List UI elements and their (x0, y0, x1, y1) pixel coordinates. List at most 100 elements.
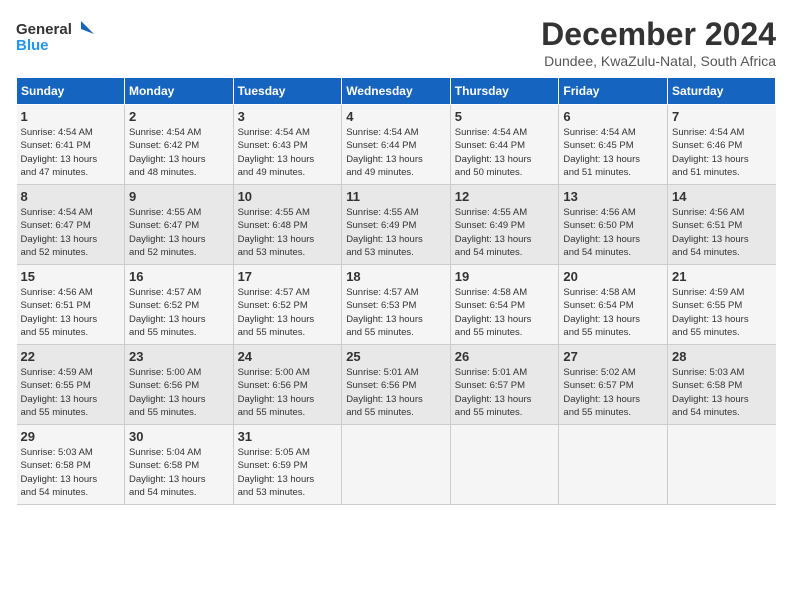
day-number: 2 (129, 109, 229, 124)
day-info-line: and 55 minutes. (129, 406, 229, 419)
day-info-line: Daylight: 13 hours (129, 473, 229, 486)
day-info-line: and 52 minutes. (129, 246, 229, 259)
svg-text:General: General (16, 21, 72, 38)
calendar-cell: 6 Sunrise: 4:54 AMSunset: 6:45 PMDaylight… (559, 105, 668, 185)
logo: General Blue (16, 16, 96, 63)
day-info-line: Sunrise: 4:57 AM (346, 286, 446, 299)
day-info-line: and 49 minutes. (238, 166, 338, 179)
day-info-line: Sunset: 6:56 PM (346, 379, 446, 392)
day-info-line: Daylight: 13 hours (21, 473, 120, 486)
day-info-line: and 51 minutes. (672, 166, 771, 179)
day-info-line: Sunset: 6:43 PM (238, 139, 338, 152)
calendar-cell: 8Sunrise: 4:54 AMSunset: 6:47 PMDaylight… (17, 185, 125, 265)
calendar-cell: 9Sunrise: 4:55 AMSunset: 6:47 PMDaylight… (124, 185, 233, 265)
day-info-line: and 54 minutes. (455, 246, 555, 259)
day-info-line: Daylight: 13 hours (563, 313, 663, 326)
header-wednesday: Wednesday (342, 78, 451, 105)
day-info: Sunrise: 4:57 AMSunset: 6:52 PMDaylight:… (238, 286, 338, 339)
calendar-cell (342, 425, 451, 505)
day-info-line: and 55 minutes. (563, 326, 663, 339)
day-info-line: Daylight: 13 hours (455, 313, 555, 326)
day-info-line: and 50 minutes. (455, 166, 555, 179)
day-info-line: and 54 minutes. (672, 406, 771, 419)
day-number: 17 (238, 269, 338, 284)
day-info-line: Daylight: 13 hours (672, 233, 771, 246)
day-info-line: Sunset: 6:51 PM (672, 219, 771, 232)
day-info: Sunrise: 4:55 AMSunset: 6:49 PMDaylight:… (346, 206, 446, 259)
day-number: 4 (346, 109, 446, 124)
day-number: 15 (21, 269, 120, 284)
day-info-line: Sunrise: 4:54 AM (455, 126, 555, 139)
day-info-line: Sunset: 6:57 PM (563, 379, 663, 392)
month-title: December 2024 (541, 16, 776, 53)
calendar-cell: 23Sunrise: 5:00 AMSunset: 6:56 PMDayligh… (124, 345, 233, 425)
day-info: Sunrise: 4:54 AMSunset: 6:45 PMDaylight:… (563, 126, 663, 179)
day-info: Sunrise: 5:03 AMSunset: 6:58 PMDaylight:… (672, 366, 771, 419)
day-info-line: Daylight: 13 hours (455, 153, 555, 166)
day-info-line: Sunrise: 4:55 AM (346, 206, 446, 219)
day-info: Sunrise: 4:55 AMSunset: 6:49 PMDaylight:… (455, 206, 555, 259)
day-info-line: Daylight: 13 hours (346, 233, 446, 246)
day-info: Sunrise: 5:01 AMSunset: 6:57 PMDaylight:… (455, 366, 555, 419)
calendar-cell: 12 Sunrise: 4:55 AMSunset: 6:49 PMDayligh… (450, 185, 559, 265)
day-info-line: Sunrise: 4:55 AM (238, 206, 338, 219)
day-info-line: Sunset: 6:44 PM (346, 139, 446, 152)
calendar-cell: 27Sunrise: 5:02 AMSunset: 6:57 PMDayligh… (559, 345, 668, 425)
calendar-cell (559, 425, 668, 505)
header-tuesday: Tuesday (233, 78, 342, 105)
day-info-line: Sunrise: 5:03 AM (672, 366, 771, 379)
day-info: Sunrise: 4:59 AMSunset: 6:55 PMDaylight:… (672, 286, 771, 339)
day-number: 8 (21, 189, 120, 204)
day-info: Sunrise: 4:54 AMSunset: 6:42 PMDaylight:… (129, 126, 229, 179)
day-info-line: and 53 minutes. (238, 486, 338, 499)
day-info-line: Daylight: 13 hours (346, 393, 446, 406)
day-number: 28 (672, 349, 771, 364)
day-info: Sunrise: 4:57 AMSunset: 6:52 PMDaylight:… (129, 286, 229, 339)
day-info: Sunrise: 5:00 AMSunset: 6:56 PMDaylight:… (238, 366, 338, 419)
day-number: 12 (455, 189, 555, 204)
day-info-line: Sunset: 6:49 PM (455, 219, 555, 232)
day-info: Sunrise: 4:56 AMSunset: 6:51 PMDaylight:… (672, 206, 771, 259)
day-info-line: Daylight: 13 hours (672, 153, 771, 166)
day-info-line: Daylight: 13 hours (238, 393, 338, 406)
day-number: 25 (346, 349, 446, 364)
day-number: 1 (21, 109, 120, 124)
day-number: 6 (563, 109, 663, 124)
calendar-cell: 31Sunrise: 5:05 AMSunset: 6:59 PMDayligh… (233, 425, 342, 505)
calendar-cell: 1Sunrise: 4:54 AMSunset: 6:41 PMDaylight… (17, 105, 125, 185)
day-info-line: Daylight: 13 hours (672, 393, 771, 406)
day-info-line: Sunrise: 4:56 AM (21, 286, 120, 299)
location-subtitle: Dundee, KwaZulu-Natal, South Africa (541, 53, 776, 69)
day-info-line: Sunrise: 4:54 AM (129, 126, 229, 139)
day-info-line: Sunrise: 5:02 AM (563, 366, 663, 379)
day-info: Sunrise: 4:55 AMSunset: 6:48 PMDaylight:… (238, 206, 338, 259)
calendar-cell: 11Sunrise: 4:55 AMSunset: 6:49 PMDayligh… (342, 185, 451, 265)
day-number: 7 (672, 109, 771, 124)
day-info-line: Sunrise: 5:03 AM (21, 446, 120, 459)
calendar-cell: 30Sunrise: 5:04 AMSunset: 6:58 PMDayligh… (124, 425, 233, 505)
day-info-line: and 54 minutes. (672, 246, 771, 259)
day-info-line: Sunrise: 4:56 AM (672, 206, 771, 219)
day-info-line: Sunrise: 4:56 AM (563, 206, 663, 219)
day-info-line: Sunset: 6:59 PM (238, 459, 338, 472)
calendar-cell: 3Sunrise: 4:54 AMSunset: 6:43 PMDaylight… (233, 105, 342, 185)
day-info-line: Sunrise: 4:57 AM (238, 286, 338, 299)
day-info-line: and 55 minutes. (129, 326, 229, 339)
day-number: 21 (672, 269, 771, 284)
day-info-line: Daylight: 13 hours (346, 313, 446, 326)
day-number: 30 (129, 429, 229, 444)
calendar-cell: 28 Sunrise: 5:03 AMSunset: 6:58 PMDayligh… (668, 345, 776, 425)
day-info-line: Sunset: 6:46 PM (672, 139, 771, 152)
day-info: Sunrise: 4:54 AMSunset: 6:43 PMDaylight:… (238, 126, 338, 179)
day-info-line: Daylight: 13 hours (563, 153, 663, 166)
calendar-week-row: 8Sunrise: 4:54 AMSunset: 6:47 PMDaylight… (17, 185, 776, 265)
day-info: Sunrise: 4:56 AMSunset: 6:50 PMDaylight:… (563, 206, 663, 259)
day-info-line: Daylight: 13 hours (21, 153, 120, 166)
day-info-line: and 53 minutes. (346, 246, 446, 259)
day-number: 29 (21, 429, 120, 444)
day-info-line: Sunrise: 4:57 AM (129, 286, 229, 299)
day-info-line: Sunset: 6:47 PM (21, 219, 120, 232)
day-info: Sunrise: 4:54 AMSunset: 6:44 PMDaylight:… (455, 126, 555, 179)
calendar-week-row: 29Sunrise: 5:03 AMSunset: 6:58 PMDayligh… (17, 425, 776, 505)
day-info-line: Daylight: 13 hours (129, 313, 229, 326)
